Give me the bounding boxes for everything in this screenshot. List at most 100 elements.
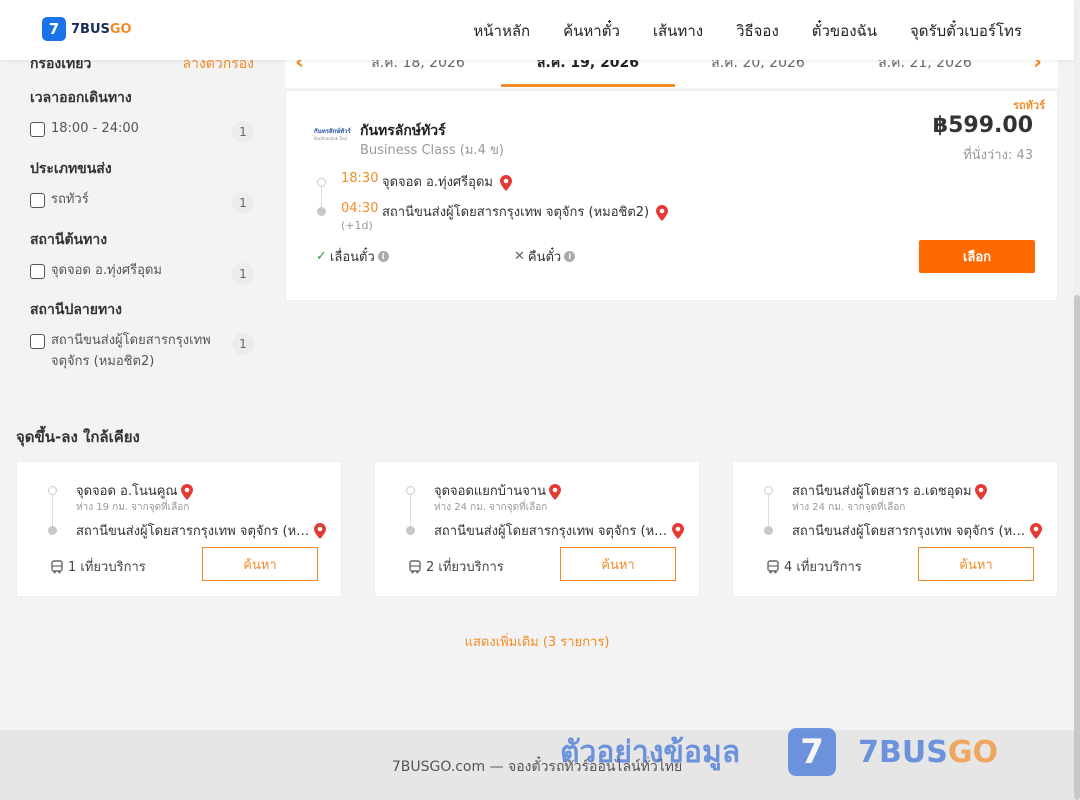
scrollbar-thumb[interactable]	[1074, 295, 1080, 800]
filter-option-label: จุดจอด อ.ทุ่งศรีอุดม	[51, 263, 162, 278]
map-pin-icon[interactable]	[672, 522, 684, 539]
filter-group-title: สถานีต้นทาง	[30, 232, 108, 248]
nearby-destination-label: สถานีขนส่งผู้โดยสารกรุงเทพ จตุจักร (หมอช…	[792, 524, 1027, 539]
arrival-time: 04:30	[341, 201, 379, 216]
trip-price: ฿599.00	[932, 113, 1033, 138]
site-logo[interactable]: 7 7BUSGO	[42, 17, 132, 41]
seats-available: ที่นั่งว่าง: 43	[963, 148, 1033, 163]
trip-card: รถทัวร์ กันทรลักษ์ทัวร์ Kantharalak Tour…	[285, 90, 1058, 301]
nav-ticket-points[interactable]: จุดรับตั๋วเบอร์โทร	[910, 19, 1022, 43]
timeline-origin-dot	[764, 486, 773, 495]
search-nearby-button[interactable]: ค้นหา	[202, 547, 318, 581]
logo-text: 7BUSGO	[71, 22, 132, 37]
timeline-destination-dot	[48, 526, 57, 535]
nearby-distance: ห่าง 19 กม. จากจุดที่เลือก	[76, 502, 190, 513]
search-nearby-button[interactable]: ค้นหา	[560, 547, 676, 581]
operator-logo: กันทรลักษ์ทัวร์ Kantharalak Tour	[314, 126, 352, 144]
filter-option-count: 1	[232, 333, 254, 355]
filter-option-label: สถานีขนส่งผู้โดยสารกรุงเทพ จตุจักร (หมอช…	[51, 333, 211, 369]
checkbox[interactable]	[30, 264, 45, 279]
search-nearby-button[interactable]: ค้นหา	[918, 547, 1034, 581]
filter-group-title: สถานีปลายทาง	[30, 302, 122, 318]
departure-stop-label: จุดจอด อ.ทุ่งศรีอุดม	[382, 175, 493, 190]
filter-option-count: 1	[232, 121, 254, 143]
departure-time: 18:30	[341, 171, 379, 186]
checkbox[interactable]	[30, 193, 45, 208]
main-nav: หน้าหลัก ค้นหาตั๋ว เส้นทาง วิธีจอง ตั๋วข…	[473, 19, 1022, 43]
service-count-label: 2 เที่ยวบริการ	[426, 560, 504, 575]
timeline-destination-dot	[317, 207, 326, 216]
logo-badge-icon: 7	[42, 17, 66, 41]
select-trip-button[interactable]: เลือก	[919, 240, 1035, 273]
nearby-origin-label: สถานีขนส่งผู้โดยสาร อ.เดชอุดม	[792, 484, 972, 499]
nearby-destination-label: สถานีขนส่งผู้โดยสารกรุงเทพ จตุจักร (หมอช…	[434, 524, 669, 539]
filter-option[interactable]: 18:00 - 24:00 1	[30, 121, 254, 143]
filter-option-label: รถทัวร์	[51, 192, 89, 207]
reschedule-option: ✓ เลื่อนตั๋ว i	[316, 246, 389, 267]
nav-routes[interactable]: เส้นทาง	[653, 19, 703, 43]
filter-option-label: 18:00 - 24:00	[51, 121, 139, 136]
watermark-text: ตัวอย่างข้อมูล	[560, 734, 741, 770]
bus-icon	[767, 559, 779, 573]
map-pin-icon[interactable]	[180, 483, 193, 500]
checkbox[interactable]	[30, 122, 45, 137]
logo-text-a: 7BUS	[71, 21, 110, 37]
info-icon[interactable]: i	[564, 251, 576, 262]
nearby-card: สถานีขนส่งผู้โดยสาร อ.เดชอุดม ห่าง 24 กม…	[732, 461, 1058, 597]
bus-class: Business Class (ม.4 ข)	[360, 143, 504, 158]
nearby-distance: ห่าง 24 กม. จากจุดที่เลือก	[434, 502, 548, 513]
logo-text-b: GO	[109, 21, 132, 37]
refund-option: ✕ คืนตั๋ว i	[514, 246, 576, 267]
filter-option[interactable]: สถานีขนส่งผู้โดยสารกรุงเทพ จตุจักร (หมอช…	[30, 333, 254, 372]
nearby-destination-label: สถานีขนส่งผู้โดยสารกรุงเทพ จตุจักร (หมอช…	[76, 524, 311, 539]
show-more-link[interactable]: แสดงเพิ่มเติม (3 รายการ)	[0, 631, 1074, 652]
watermark-logo-a: 7BUS	[858, 734, 948, 770]
nearby-destination: สถานีขนส่งผู้โดยสารกรุงเทพ จตุจักร (หมอช…	[76, 520, 334, 541]
timeline-line	[768, 491, 769, 529]
map-pin-icon[interactable]	[1030, 522, 1042, 539]
filter-group-transport-type: ประเภทขนส่ง รถทัวร์ 1	[30, 158, 254, 214]
watermark-logo: 7BUSGO	[858, 735, 998, 770]
nearby-destination: สถานีขนส่งผู้โดยสารกรุงเทพ จตุจักร (หมอช…	[792, 520, 1050, 541]
filter-option[interactable]: จุดจอด อ.ทุ่งศรีอุดม 1	[30, 263, 254, 285]
map-pin-icon[interactable]	[656, 204, 669, 221]
nearby-distance: ห่าง 24 กม. จากจุดที่เลือก	[792, 502, 906, 513]
timeline-origin-dot	[317, 178, 326, 187]
nav-home[interactable]: หน้าหลัก	[473, 19, 530, 43]
nearby-card: จุดจอด อ.โนนคูณ ห่าง 19 กม. จากจุดที่เลื…	[16, 461, 342, 597]
service-count-label: 4 เที่ยวบริการ	[784, 560, 862, 575]
nearby-card: จุดจอดแยกบ้านจาน ห่าง 24 กม. จากจุดที่เล…	[374, 461, 700, 597]
filter-option-count: 1	[232, 263, 254, 285]
info-icon[interactable]: i	[377, 251, 389, 262]
service-count: 1 เที่ยวบริการ	[50, 556, 146, 577]
map-pin-icon[interactable]	[500, 174, 513, 191]
nav-my-tickets[interactable]: ตั๋วของฉัน	[812, 19, 877, 43]
timeline-line	[410, 491, 411, 529]
filter-group-title: ประเภทขนส่ง	[30, 161, 112, 177]
map-pin-icon[interactable]	[549, 483, 562, 500]
bus-icon	[409, 559, 421, 573]
watermark-logo-b: GO	[947, 734, 998, 770]
timeline-destination-dot	[764, 526, 773, 535]
check-icon: ✓	[316, 249, 327, 264]
map-pin-icon[interactable]	[974, 483, 987, 500]
active-tab-underline	[501, 84, 675, 87]
nearby-origin: จุดจอดแยกบ้านจาน	[434, 480, 562, 501]
show-more-label[interactable]: แสดงเพิ่มเติม (3 รายการ)	[465, 635, 610, 650]
timeline-origin-dot	[48, 486, 57, 495]
filter-group-title: เวลาออกเดินทาง	[30, 90, 132, 106]
nav-search-tickets[interactable]: ค้นหาตั๋ว	[563, 19, 620, 43]
filter-group-destination: สถานีปลายทาง สถานีขนส่งผู้โดยสารกรุงเทพ …	[30, 299, 254, 372]
bus-icon	[51, 559, 63, 573]
checkbox[interactable]	[30, 334, 45, 349]
refund-label: คืนตั๋ว	[527, 250, 562, 265]
watermark-badge-icon: 7	[788, 728, 837, 776]
nav-how-to-book[interactable]: วิธีจอง	[736, 19, 779, 43]
filter-option-count: 1	[232, 192, 254, 214]
filter-option[interactable]: รถทัวร์ 1	[30, 192, 254, 214]
map-pin-icon[interactable]	[314, 522, 326, 539]
filter-group-departure-time: เวลาออกเดินทาง 18:00 - 24:00 1	[30, 87, 254, 143]
page-scrollbar[interactable]	[1074, 0, 1080, 800]
next-day-indicator: (+1d)	[341, 219, 373, 232]
service-count: 2 เที่ยวบริการ	[408, 556, 504, 577]
